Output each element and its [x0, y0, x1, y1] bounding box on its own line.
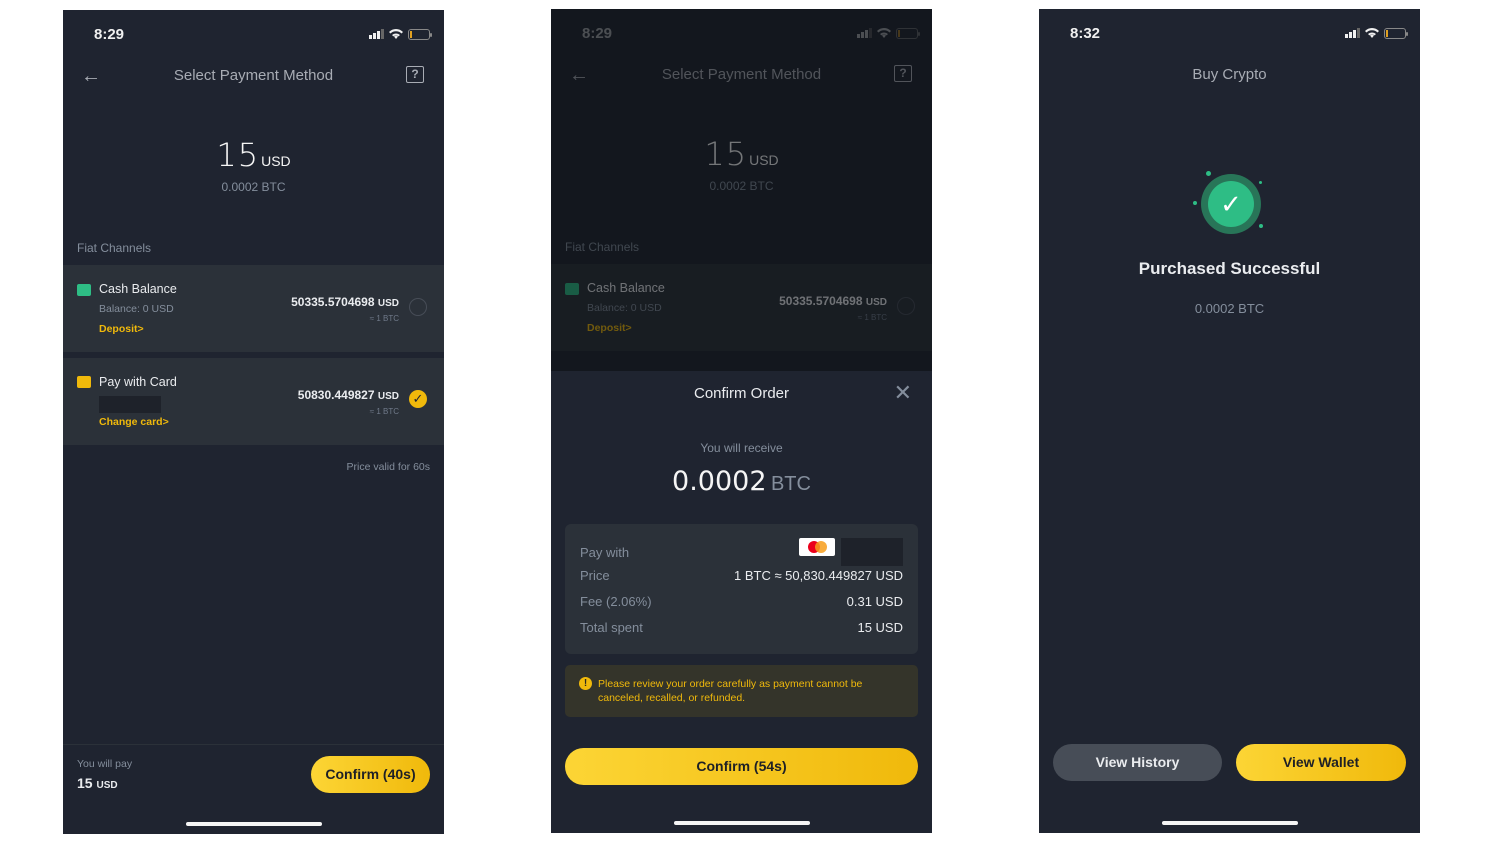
pay-value: 15 USD — [77, 775, 118, 791]
row-key: Price — [580, 568, 610, 583]
amount-crypto: 0.0002 BTC — [221, 180, 286, 194]
success-check-icon: ✓ — [1193, 171, 1267, 248]
row-key: Pay with — [580, 544, 630, 560]
warning-icon: ! — [579, 677, 592, 690]
home-indicator[interactable] — [674, 821, 810, 825]
page-title: Select Payment Method — [173, 66, 334, 84]
price-value: 50335.5704698 — [291, 295, 375, 309]
cash-icon — [77, 284, 91, 296]
home-indicator[interactable] — [1162, 821, 1298, 825]
confirm-button[interactable]: Confirm (40s) — [311, 756, 430, 793]
close-icon[interactable]: ✕ — [894, 380, 912, 406]
section-label: Fiat Channels — [77, 241, 152, 255]
row-pay-with: Pay with — [580, 537, 903, 567]
wifi-icon — [389, 29, 403, 39]
sparkle-dot — [1193, 201, 1197, 205]
modal-overlay[interactable] — [551, 9, 932, 371]
view-wallet-button[interactable]: View Wallet — [1236, 744, 1406, 781]
channel-price: 50830.449827 USD — [298, 388, 399, 402]
divider — [63, 744, 444, 745]
redacted-card-number — [841, 538, 903, 567]
redacted-card-number — [99, 396, 161, 413]
row-key: Total spent — [580, 620, 643, 635]
amount-currency: USD — [261, 153, 291, 169]
screen-select-payment: 8:29 ← Select Payment Method ? 15 USD 0.0… — [63, 10, 444, 834]
confirm-order-sheet: Confirm Order ✕ You will receive 0.0002 … — [551, 371, 932, 833]
receive-currency: BTC — [770, 473, 811, 495]
view-history-button[interactable]: View History — [1053, 744, 1222, 781]
row-fee: Fee (2.06%) 0.31 USD — [580, 594, 903, 612]
mastercard-icon — [799, 537, 835, 556]
row-total: Total spent 15 USD — [580, 620, 903, 638]
wifi-icon — [1365, 28, 1379, 38]
screen-purchase-success: 8:32 Buy Crypto ✓ Purchased Successful 0… — [1039, 9, 1420, 833]
success-title: Purchased Successful — [1138, 259, 1321, 278]
channel-price: 50335.5704698 USD — [291, 295, 399, 309]
pay-amount: 15 — [77, 775, 93, 791]
sparkle-dot — [1206, 171, 1211, 176]
radio-unselected[interactable] — [409, 298, 427, 316]
amount-display: 15USD — [63, 136, 444, 174]
channel-balance: Balance: 0 USD — [99, 303, 174, 315]
check-icon: ✓ — [1208, 181, 1254, 227]
deposit-link[interactable]: Deposit> — [99, 323, 144, 335]
change-card-link[interactable]: Change card> — [99, 416, 169, 428]
receive-label: You will receive — [700, 441, 783, 455]
channel-name: Pay with Card — [99, 375, 177, 389]
confirm-button[interactable]: Confirm (54s) — [565, 748, 918, 785]
help-icon[interactable]: ? — [406, 66, 424, 83]
nav-bar: Buy Crypto — [1039, 61, 1420, 87]
status-time: 8:32 — [1070, 24, 1101, 42]
status-bar: 8:29 — [94, 24, 432, 44]
row-value: 1 BTC ≈ 50,830.449827 USD — [733, 568, 903, 583]
warning-box: ! Please review your order carefully as … — [565, 665, 918, 717]
receive-value: 0.0002 — [672, 466, 767, 497]
pay-currency: USD — [96, 780, 118, 791]
price-currency: USD — [377, 391, 399, 402]
channel-cash-balance[interactable]: Cash Balance Balance: 0 USD Deposit> 503… — [63, 265, 444, 352]
battery-icon — [1384, 27, 1408, 39]
card-icon — [77, 376, 91, 388]
page-title: Buy Crypto — [1192, 65, 1267, 83]
signal-icon — [1345, 28, 1360, 38]
row-price: Price 1 BTC ≈ 50,830.449827 USD — [580, 568, 903, 586]
amount-value: 15 — [216, 136, 260, 174]
row-key: Fee (2.06%) — [580, 594, 652, 609]
price-value: 50830.449827 — [297, 388, 375, 402]
row-value: 0.31 USD — [846, 594, 903, 609]
signal-icon — [369, 29, 384, 39]
arrow-left-icon[interactable]: ← — [81, 65, 101, 88]
sparkle-dot — [1259, 224, 1263, 228]
sheet-title: Confirm Order — [693, 385, 790, 402]
success-amount: 0.0002 BTC — [1194, 301, 1265, 316]
pay-label: You will pay — [77, 758, 133, 770]
warning-text: Please review your order carefully as pa… — [598, 678, 863, 704]
order-details: Pay with Price 1 BTC ≈ 50,830.449827 USD … — [565, 524, 918, 654]
status-time: 8:29 — [94, 25, 125, 43]
sparkle-dot — [1259, 181, 1262, 184]
nav-bar: ← Select Payment Method ? — [63, 62, 444, 88]
channel-btc: ≈ 1 BTC — [369, 407, 399, 416]
price-valid-text: Price valid for 60s — [346, 461, 430, 473]
row-value: 15 USD — [857, 620, 903, 635]
channel-btc: ≈ 1 BTC — [369, 314, 399, 323]
battery-icon — [408, 28, 432, 40]
receive-amount: 0.0002 BTC — [551, 466, 932, 497]
home-indicator[interactable] — [186, 822, 322, 826]
channel-name: Cash Balance — [99, 282, 177, 296]
channel-pay-with-card[interactable]: Pay with Card Change card> 50830.449827 … — [63, 358, 444, 445]
price-currency: USD — [377, 298, 399, 309]
check-icon[interactable]: ✓ — [409, 390, 427, 408]
screen-confirm-order: 8:29 ← Select Payment Method ? 15USD 0.0… — [551, 9, 932, 833]
status-bar: 8:32 — [1070, 23, 1408, 43]
